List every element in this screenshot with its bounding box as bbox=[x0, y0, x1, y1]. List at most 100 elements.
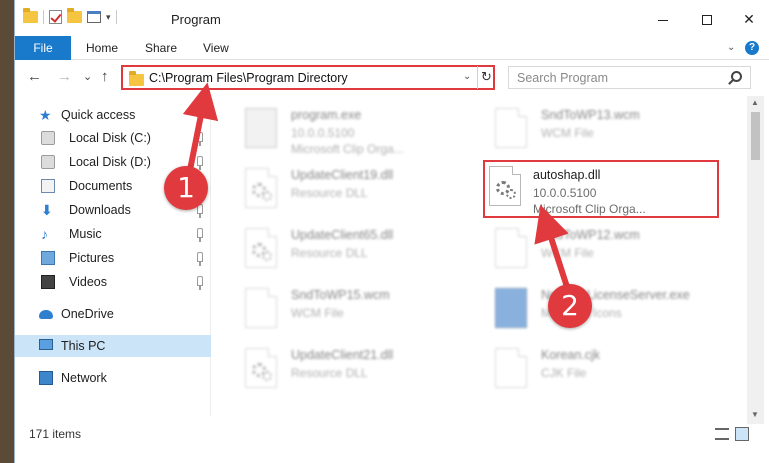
file-name: UpdateClient65.dll bbox=[291, 228, 394, 242]
file-description: Microsoft Clip Orga... bbox=[291, 142, 404, 156]
file-type: WCM File bbox=[541, 126, 594, 140]
file-item[interactable]: UpdateClient21.dll Resource DLL bbox=[233, 340, 483, 396]
pin-icon[interactable] bbox=[197, 276, 203, 290]
sidebar-item-label: OneDrive bbox=[61, 307, 114, 321]
pictures-icon bbox=[41, 251, 55, 265]
pin-icon[interactable] bbox=[197, 132, 203, 146]
forward-button[interactable]: → bbox=[57, 68, 72, 85]
file-name: autoshap.dll bbox=[533, 168, 601, 182]
sidebar-item-label: Pictures bbox=[69, 251, 115, 265]
close-button[interactable]: ✕ bbox=[729, 6, 769, 32]
file-name: program.exe bbox=[291, 108, 362, 122]
disk-icon bbox=[41, 131, 55, 145]
scroll-up-icon[interactable]: ▲ bbox=[751, 98, 759, 107]
sidebar-item-network[interactable]: Network bbox=[15, 367, 211, 389]
search-placeholder: Search Program bbox=[517, 71, 609, 85]
dll-file-icon bbox=[245, 348, 277, 388]
explorer-window: ▾ Program ✕ File Home Share View ⌄ ? ← →… bbox=[14, 0, 769, 463]
file-version: 10.0.0.5100 bbox=[533, 186, 597, 200]
maximize-icon bbox=[702, 15, 712, 26]
star-icon: ★ bbox=[39, 107, 52, 123]
sidebar-item-label: Music bbox=[69, 227, 102, 241]
file-name: UpdateClient19.dll bbox=[291, 168, 394, 182]
recent-locations-button[interactable]: ⌄ bbox=[83, 70, 92, 83]
up-button[interactable]: ↑ bbox=[101, 68, 109, 85]
search-icon[interactable] bbox=[731, 71, 742, 82]
tab-home[interactable]: Home bbox=[86, 36, 118, 60]
file-item[interactable]: SndToWP15.wcm WCM File bbox=[233, 280, 483, 336]
file-type: WCM File bbox=[291, 306, 344, 320]
toolbar-divider bbox=[115, 10, 117, 24]
toolbar-divider bbox=[43, 10, 44, 24]
minimize-icon bbox=[658, 19, 668, 21]
file-description: Microsoft Clip Orga... bbox=[533, 202, 646, 216]
search-input[interactable]: Search Program bbox=[508, 66, 751, 89]
dll-file-icon bbox=[489, 166, 521, 206]
folder-icon bbox=[129, 71, 144, 86]
properties-check-icon[interactable] bbox=[49, 10, 62, 24]
wcm-file-icon bbox=[495, 228, 527, 268]
expand-ribbon-icon[interactable]: ⌄ bbox=[727, 42, 735, 53]
vertical-scrollbar[interactable]: ▲ ▼ bbox=[747, 96, 764, 426]
quick-access-toolbar: ▾ bbox=[23, 8, 117, 24]
sidebar-item-onedrive[interactable]: OneDrive bbox=[15, 303, 211, 325]
file-type: Resource DLL bbox=[291, 186, 368, 200]
sidebar-item-label: Network bbox=[61, 371, 107, 385]
large-icons-view-icon[interactable] bbox=[735, 427, 749, 441]
minimize-button[interactable] bbox=[643, 6, 683, 32]
file-item[interactable]: Korean.cjk CJK File bbox=[483, 340, 733, 396]
window-title: Program bbox=[171, 12, 221, 27]
file-item[interactable]: SndToWP12.wcm WCM File bbox=[483, 220, 733, 276]
navigation-bar: ← → ⌄ ↑ C:\Program Files\Program Directo… bbox=[15, 60, 769, 94]
highlighted-file-item[interactable]: autoshap.dll 10.0.0.5100 Microsoft Clip … bbox=[483, 160, 719, 218]
file-name: SndToWP12.wcm bbox=[541, 228, 640, 242]
sidebar-item-quick-access[interactable]: ★ Quick access bbox=[15, 104, 211, 126]
address-bar[interactable]: C:\Program Files\Program Directory ⌄ ↻ bbox=[121, 65, 495, 90]
new-folder-icon[interactable] bbox=[67, 8, 82, 23]
back-button[interactable]: ← bbox=[27, 68, 42, 85]
cloud-icon bbox=[39, 310, 53, 319]
folder-icon[interactable] bbox=[23, 8, 38, 23]
navigation-pane: ★ Quick access Local Disk (C:) Local Dis… bbox=[15, 96, 211, 416]
title-bar: ▾ Program ✕ bbox=[15, 0, 769, 36]
file-item[interactable]: program.exe 10.0.0.5100 Microsoft Clip O… bbox=[233, 100, 483, 156]
refresh-button[interactable]: ↻ bbox=[477, 66, 495, 89]
chevron-down-icon[interactable]: ⌄ bbox=[463, 71, 471, 82]
scroll-thumb[interactable] bbox=[751, 112, 760, 160]
sidebar-item-local-disk-c[interactable]: Local Disk (C:) bbox=[15, 127, 211, 149]
wcm-file-icon bbox=[245, 288, 277, 328]
maximize-button[interactable] bbox=[687, 6, 727, 32]
item-count: 171 items bbox=[29, 427, 82, 441]
file-type: Resource DLL bbox=[291, 366, 368, 380]
file-item[interactable]: UpdateClient19.dll Resource DLL bbox=[233, 160, 483, 216]
pin-icon[interactable] bbox=[197, 252, 203, 266]
disk-icon bbox=[41, 155, 55, 169]
sidebar-item-label: Local Disk (D:) bbox=[69, 155, 151, 169]
cjk-file-icon bbox=[495, 348, 527, 388]
toolbar-dropdown-icon[interactable]: ▾ bbox=[106, 12, 111, 23]
address-path[interactable]: C:\Program Files\Program Directory bbox=[149, 71, 348, 85]
customize-toolbar-icon[interactable] bbox=[87, 11, 101, 23]
computer-icon bbox=[39, 339, 53, 350]
pin-icon[interactable] bbox=[197, 228, 203, 242]
file-item[interactable]: autoshap.dll 10.0.0.5100 Microsoft Clip … bbox=[485, 160, 735, 216]
tab-view[interactable]: View bbox=[203, 36, 229, 60]
network-icon bbox=[39, 371, 53, 385]
tab-share[interactable]: Share bbox=[145, 36, 177, 60]
file-item[interactable]: UpdateClient65.dll Resource DLL bbox=[233, 220, 483, 276]
tab-file[interactable]: File bbox=[15, 36, 71, 60]
pin-icon[interactable] bbox=[197, 156, 203, 170]
file-item[interactable]: SndToWP13.wcm WCM File bbox=[483, 100, 733, 156]
sidebar-item-videos[interactable]: Videos bbox=[15, 271, 211, 293]
sidebar-item-label: Local Disk (C:) bbox=[69, 131, 151, 145]
sidebar-item-this-pc[interactable]: This PC bbox=[15, 335, 211, 357]
details-view-icon[interactable] bbox=[715, 428, 729, 440]
dll-file-icon bbox=[245, 228, 277, 268]
sidebar-item-label: Videos bbox=[69, 275, 107, 289]
sidebar-item-music[interactable]: ♪ Music bbox=[15, 223, 211, 245]
file-item[interactable]: NetworkLicenseServer.exe Microsoft Icons bbox=[483, 280, 733, 336]
sidebar-item-pictures[interactable]: Pictures bbox=[15, 247, 211, 269]
file-name: SndToWP15.wcm bbox=[291, 288, 390, 302]
help-icon[interactable]: ? bbox=[745, 41, 759, 55]
scroll-down-icon[interactable]: ▼ bbox=[751, 410, 759, 419]
